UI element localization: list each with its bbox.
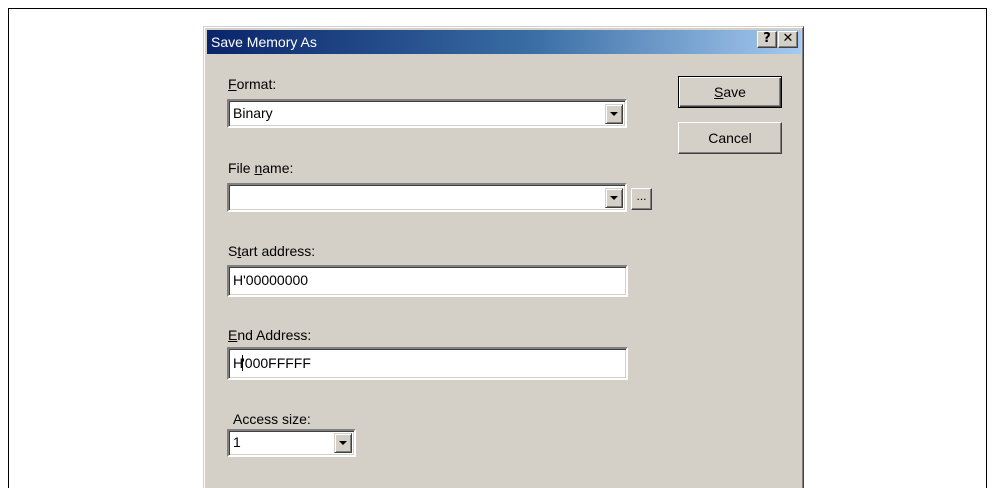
- start-address-input[interactable]: H'00000000: [227, 265, 628, 297]
- start-address-value: H'00000000: [233, 272, 309, 288]
- format-dropdown-button[interactable]: [605, 104, 623, 124]
- end-address-input[interactable]: H'000FFFFF: [227, 347, 628, 380]
- help-icon: ?: [763, 31, 771, 46]
- browse-button[interactable]: ...: [631, 188, 652, 210]
- chevron-down-icon: [339, 441, 347, 445]
- close-button[interactable]: ✕: [778, 31, 798, 48]
- close-icon: ✕: [782, 31, 794, 46]
- file-name-input[interactable]: [227, 183, 627, 212]
- save-memory-dialog: Save Memory As ? ✕ Format: Binary File n…: [203, 26, 804, 488]
- format-value: Binary: [233, 105, 273, 121]
- chevron-down-icon: [610, 196, 618, 200]
- access-size-label: Access size:: [233, 411, 311, 427]
- cancel-label: Cancel: [708, 130, 752, 146]
- end-address-label: End Address:: [228, 327, 312, 343]
- file-name-label: File name:: [228, 160, 294, 176]
- file-name-dropdown-button[interactable]: [605, 188, 623, 208]
- access-size-value: 1: [233, 434, 241, 450]
- start-address-label: Start address:: [228, 243, 316, 259]
- end-address-value: H'000FFFFF: [233, 355, 311, 371]
- dialog-title: Save Memory As: [211, 34, 317, 50]
- title-bar: Save Memory As: [207, 30, 801, 54]
- browse-label: ...: [636, 189, 647, 203]
- format-label: Format:: [228, 76, 277, 92]
- format-select[interactable]: Binary: [227, 99, 627, 128]
- cancel-button[interactable]: Cancel: [678, 122, 782, 154]
- save-button[interactable]: Save: [678, 76, 782, 108]
- chevron-down-icon: [610, 112, 618, 116]
- access-size-dropdown-button[interactable]: [334, 433, 352, 453]
- help-button[interactable]: ?: [757, 31, 777, 48]
